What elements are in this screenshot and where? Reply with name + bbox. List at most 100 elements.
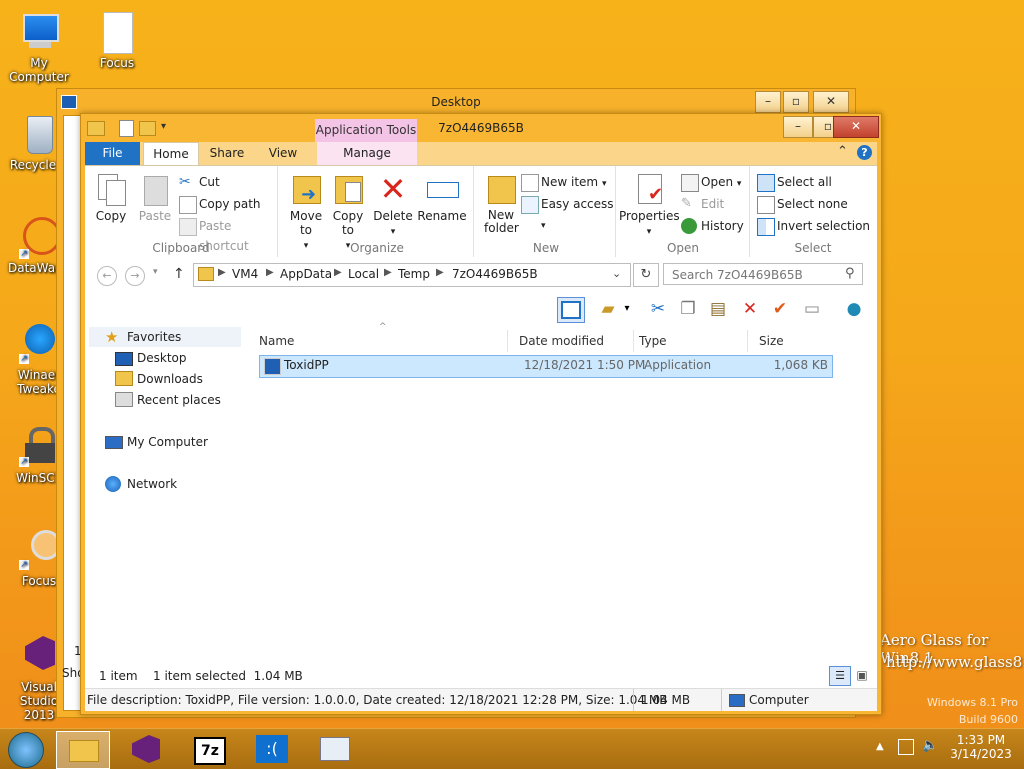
copy-button[interactable]: Copy <box>91 172 131 223</box>
forward-button[interactable]: → <box>125 266 145 286</box>
shell-icon[interactable]: ● <box>841 297 867 321</box>
new-item-label: New item <box>541 175 599 189</box>
properties-button[interactable]: ✔ Properties ▾ <box>619 172 680 237</box>
easy-access-button[interactable]: Easy access ▾ <box>521 194 615 231</box>
close-button[interactable]: ✕ <box>813 91 849 113</box>
paste-shortcut-button[interactable]: Paste shortcut <box>179 216 277 253</box>
paste-icon[interactable]: ▤ <box>705 297 731 321</box>
taskbar-app-monitor[interactable] <box>308 731 360 767</box>
taskbar-file-explorer[interactable] <box>56 731 110 769</box>
desktop-icon-focus[interactable]: Focus <box>78 10 156 70</box>
large-icons-view-button[interactable]: ▣ <box>853 666 871 684</box>
tab-manage[interactable]: Manage <box>317 142 417 165</box>
back-button[interactable]: ← <box>97 266 117 286</box>
paste-button[interactable]: Paste <box>135 172 175 223</box>
edit-button[interactable]: ✎ Edit <box>681 194 724 214</box>
breadcrumb-current[interactable]: 7zO4469B65B <box>452 267 538 281</box>
7zip-icon: 7z <box>194 737 226 765</box>
column-size[interactable]: Size <box>753 330 829 352</box>
nav-downloads[interactable]: Downloads <box>115 370 203 388</box>
rename-icon[interactable]: ▭ <box>799 297 825 321</box>
minimize-button[interactable]: – <box>783 116 813 138</box>
file-date: 12/18/2021 1:50 PM <box>524 358 646 372</box>
taskbar-app-blue[interactable]: :( <box>246 731 298 767</box>
refresh-button[interactable]: ↻ <box>633 263 659 287</box>
copy-icon[interactable]: ❐ <box>675 297 701 321</box>
delete-icon[interactable]: ✕ <box>737 297 763 321</box>
breadcrumb-vm4[interactable]: VM4 <box>232 267 258 281</box>
nav-recent-places[interactable]: Recent places <box>115 391 221 409</box>
tab-file[interactable]: File <box>85 142 140 165</box>
new-item-button[interactable]: New item ▾ <box>521 172 606 192</box>
select-none-icon <box>757 196 775 214</box>
nav-network[interactable]: Network <box>105 475 177 493</box>
copy-to-button[interactable]: Copy to ▾ <box>327 172 369 251</box>
cut-button[interactable]: ✂ Cut <box>179 172 220 192</box>
clock[interactable]: 1:33 PM 3/14/2023 <box>948 733 1014 761</box>
taskbar-visual-studio[interactable] <box>120 731 172 767</box>
folder-options-dropdown-icon[interactable]: ▾ <box>621 297 633 321</box>
delete-button[interactable]: ✕ Delete ▾ <box>373 172 413 237</box>
column-name[interactable]: Name <box>253 330 508 352</box>
recent-locations-icon[interactable]: ▾ <box>153 267 158 277</box>
taskbar-7zip[interactable]: 7z <box>182 731 234 767</box>
desktop-icon-my-computer[interactable]: My Computer <box>0 10 78 84</box>
open-button[interactable]: Open ▾ <box>681 172 741 192</box>
new-folder-label: New folder <box>484 208 519 235</box>
new-folder-button[interactable]: New folder <box>481 172 521 235</box>
address-bar[interactable]: ▶ VM4 ▶ AppData ▶ Local ▶ Temp ▶ 7zO4469… <box>193 263 631 287</box>
tab-home[interactable]: Home <box>143 142 199 166</box>
table-row[interactable]: ToxidPP 12/18/2021 1:50 PM Application 1… <box>259 355 833 378</box>
titlebar[interactable]: ▾ Application Tools 7zO4469B65B – ▫ ✕ <box>81 114 881 142</box>
copy-label: Copy <box>95 209 127 223</box>
nav-desktop[interactable]: Desktop <box>115 349 187 367</box>
minimize-button[interactable]: – <box>755 91 781 113</box>
breadcrumb-local[interactable]: Local <box>348 267 379 281</box>
column-type[interactable]: Type <box>633 330 748 352</box>
rename-label: Rename <box>417 209 467 223</box>
folder-options-icon[interactable]: ▰ <box>595 297 621 321</box>
item-count: 1 item <box>99 669 138 683</box>
move-to-button[interactable]: ➜ Move to ▾ <box>285 172 327 251</box>
column-date-modified[interactable]: Date modified <box>513 330 634 352</box>
explorer-window[interactable]: ▾ Application Tools 7zO4469B65B – ▫ ✕ Fi… <box>80 113 882 715</box>
cut-icon[interactable]: ✂ <box>645 297 671 321</box>
close-button[interactable]: ✕ <box>833 116 879 138</box>
search-icon: ⚲ <box>845 266 855 281</box>
volume-muted-icon[interactable]: 🔈 <box>922 738 938 753</box>
rename-button[interactable]: Rename <box>417 172 467 223</box>
nav-favorites[interactable]: ★ Favorites <box>105 328 181 346</box>
open-icon <box>681 174 699 192</box>
select-all-label: Select all <box>777 175 832 189</box>
collapse-ribbon-icon[interactable]: ⌃ <box>837 144 848 159</box>
start-button[interactable] <box>8 732 44 768</box>
network-tray-icon[interactable] <box>898 739 914 755</box>
watermark-line2: http://www.glass8.eu <box>886 653 1024 671</box>
maximize-button[interactable]: ▫ <box>783 91 809 113</box>
nav-recent-label: Recent places <box>137 393 221 407</box>
help-icon[interactable]: ? <box>857 145 872 160</box>
breadcrumb-appdata[interactable]: AppData <box>280 267 332 281</box>
breadcrumb-temp[interactable]: Temp <box>398 267 430 281</box>
select-all-button[interactable]: Select all <box>757 172 832 192</box>
preview-pane-button[interactable] <box>557 297 585 323</box>
history-button[interactable]: History <box>681 216 744 236</box>
tab-view[interactable]: View <box>257 142 309 165</box>
nav-my-computer[interactable]: My Computer <box>105 433 208 451</box>
up-button[interactable]: ↑ <box>173 266 185 282</box>
paste-shortcut-icon <box>179 218 197 236</box>
recycle-bin-icon <box>17 112 61 156</box>
select-none-button[interactable]: Select none <box>757 194 848 214</box>
tray-show-hidden-icon[interactable]: ▲ <box>876 741 884 752</box>
properties-icon: ✔ <box>632 172 666 206</box>
copy-path-button[interactable]: Copy path <box>179 194 261 214</box>
select-group-label: Select <box>794 241 832 255</box>
checkmark-icon[interactable]: ✔ <box>767 297 793 321</box>
search-input[interactable]: Search 7zO4469B65B <box>663 263 863 285</box>
desktop-window-titlebar[interactable]: Desktop – ▫ ✕ <box>57 89 855 115</box>
tab-share[interactable]: Share <box>201 142 253 165</box>
invert-selection-button[interactable]: Invert selection <box>757 216 870 236</box>
address-history-dropdown-icon[interactable]: ⌄ <box>612 267 621 280</box>
lock-icon: ↗ <box>17 425 61 469</box>
details-view-button[interactable]: ☰ <box>829 666 851 686</box>
